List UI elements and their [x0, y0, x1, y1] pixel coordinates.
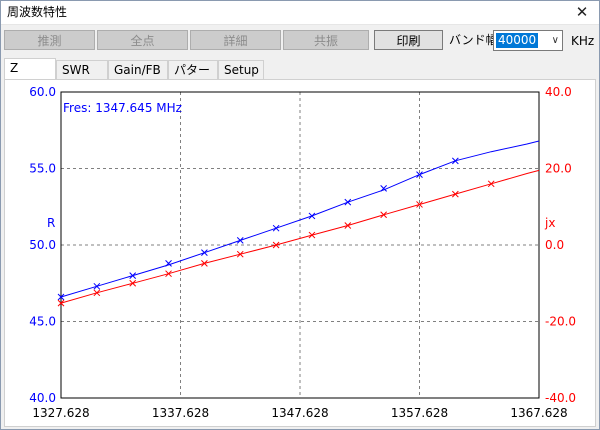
- x-tick-label: 1367.628: [510, 406, 567, 420]
- y-right-tick-label: 20.0: [545, 162, 572, 176]
- y-right-tick-label: -40.0: [545, 391, 576, 405]
- y-axis-right-label: jx: [544, 216, 555, 230]
- y-left-tick-label: 55.0: [29, 162, 56, 176]
- jx-series-point: [487, 180, 495, 188]
- r-series-point: [93, 282, 101, 290]
- r-series-point: [308, 212, 316, 220]
- r-series-point: [380, 185, 388, 192]
- frequency-characteristics-window: 周波数特性 ✕ 推測 全点 詳細 共振 印刷 バンド幅 40000 ∨ KHz …: [0, 0, 600, 430]
- jx-series-point: [451, 190, 459, 198]
- impedance-chart: 1327.628 1337.628 1347.628 1357.628 1367.628…: [29, 85, 576, 420]
- x-tick-label: 1357.628: [391, 406, 448, 420]
- y-right-tick-label: -20.0: [545, 315, 576, 329]
- jx-series-point: [165, 270, 172, 278]
- r-series-point: [272, 224, 280, 232]
- jx-series-point: [344, 222, 352, 229]
- y-right-tick-label: 0.0: [545, 238, 564, 252]
- y-right-tick-label: 40.0: [545, 85, 572, 99]
- x-tick-label: 1327.628: [32, 406, 89, 420]
- r-series-point: [451, 157, 459, 165]
- x-tick-label: 1337.628: [152, 406, 209, 420]
- y-left-tick-label: 50.0: [29, 238, 56, 252]
- jx-series-point: [93, 289, 101, 297]
- r-series-point: [344, 198, 352, 206]
- r-series-point: [165, 260, 172, 267]
- y-left-tick-label: 45.0: [29, 315, 56, 329]
- jx-series-point: [380, 211, 388, 219]
- y-axis-left-label: R: [47, 216, 55, 230]
- y-left-tick-label: 40.0: [29, 391, 56, 405]
- r-series-point: [129, 272, 137, 279]
- resonance-annotation: Fres: 1347.645 MHz: [63, 101, 182, 115]
- r-series-point: [236, 237, 244, 244]
- x-tick-label: 1347.628: [271, 406, 328, 420]
- y-left-tick-label: 60.0: [29, 85, 56, 99]
- r-series-point: [201, 249, 208, 257]
